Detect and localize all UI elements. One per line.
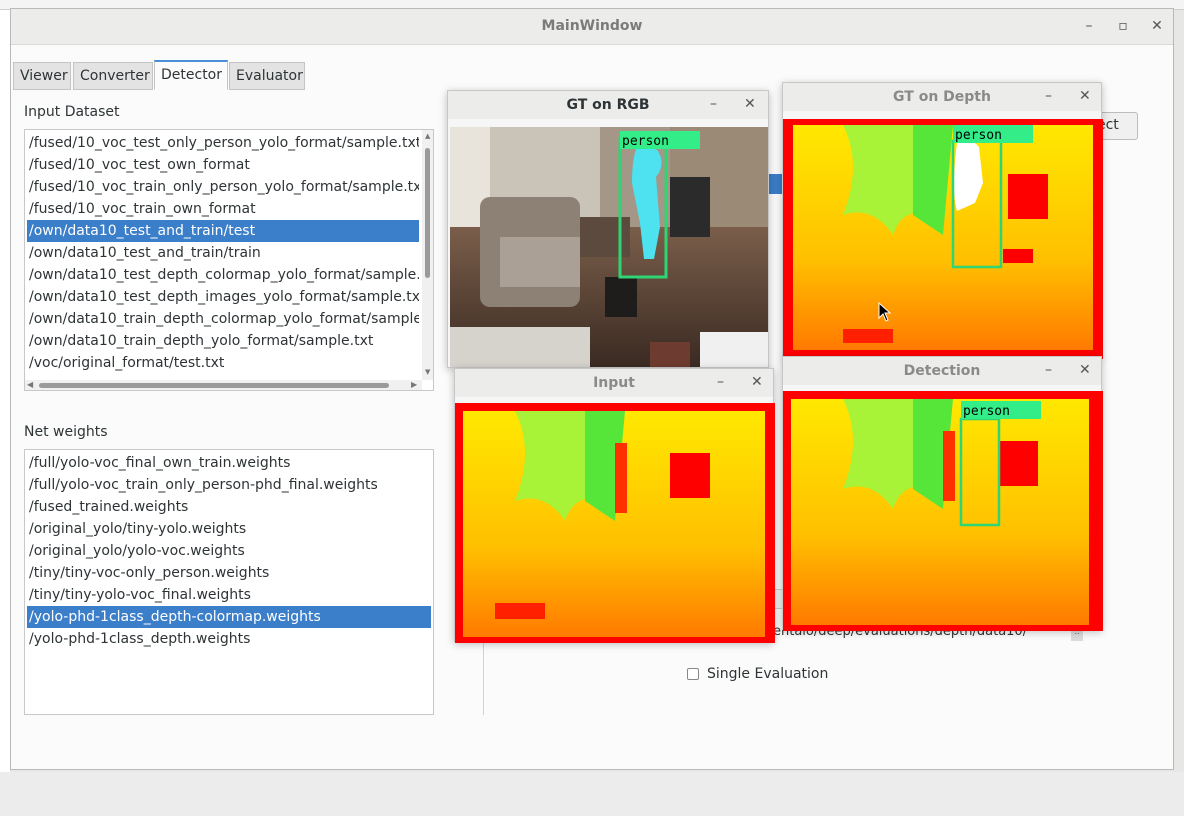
gt-rgb-titlebar[interactable]: GT on RGB – ✕ [448,91,768,119]
detection-image: person [783,391,1103,631]
scroll-right-icon[interactable]: ▶ [411,380,417,389]
gt-rgb-close-icon[interactable]: ✕ [744,96,756,112]
net-weights-label: Net weights [24,424,108,440]
weights-list-item[interactable]: /yolo-phd-1class_depth-colormap.weights [27,606,431,628]
input-depth-image [455,403,775,643]
main-titlebar[interactable]: MainWindow – ▫ ✕ [11,9,1173,45]
weights-list-item[interactable]: /full/yolo-voc_train_only_person-phd_fin… [27,474,431,496]
tab-evaluator[interactable]: Evaluator [229,62,305,90]
weights-list-item[interactable]: /original_yolo/yolo-voc.weights [27,540,431,562]
gt-on-depth-window[interactable]: GT on Depth – ✕ person [782,82,1103,359]
dataset-hscroll-thumb[interactable] [39,383,389,388]
weights-list-item[interactable]: /full/yolo-voc_final_own_train.weights [27,452,431,474]
detection-box-label: person [963,404,1010,419]
net-weights-list[interactable]: /full/yolo-voc_final_own_train.weights/f… [24,449,434,715]
input-dataset-list[interactable]: /fused/10_voc_test_only_person_yolo_form… [24,129,434,391]
dataset-list-item[interactable]: /voc/original_format/test.txt [27,352,419,374]
dataset-list-item[interactable]: /own/data10_test_and_train/test [27,220,419,242]
gt-on-rgb-window[interactable]: GT on RGB – ✕ person [447,90,769,368]
dataset-list-item[interactable]: /own/data10_test_depth_images_yolo_forma… [27,286,419,308]
input-close-icon[interactable]: ✕ [751,374,763,390]
input-dataset-label: Input Dataset [24,104,120,120]
gt-depth-titlebar[interactable]: GT on Depth – ✕ [783,83,1101,111]
rgb-image: person [450,127,768,367]
dataset-list-item[interactable]: /fused/10_voc_train_only_person_yolo_for… [27,176,419,198]
scroll-up-icon[interactable]: ▲ [425,132,430,140]
dataset-list-item[interactable]: /own/data10_test_and_train/train [27,242,419,264]
dataset-vscroll-thumb[interactable] [425,148,430,278]
minimize-button[interactable]: – [1079,18,1099,34]
detection-title: Detection [903,363,981,379]
dataset-list-item[interactable]: /own/data10_test_depth_colormap_yolo_for… [27,264,419,286]
dataset-list-item[interactable]: /own/data10_train_depth_yolo_format/samp… [27,330,419,352]
dataset-list-item[interactable]: /fused/10_voc_test_only_person_yolo_form… [27,132,419,154]
detection-window[interactable]: Detection – ✕ person [782,356,1103,631]
tab-converter[interactable]: Converter [73,62,153,90]
close-button[interactable]: ✕ [1147,18,1167,34]
gt-depth-image: person [783,119,1103,359]
gt-rgb-minimize-icon[interactable]: – [710,96,717,112]
window-title: MainWindow [541,18,643,34]
single-evaluation-checkbox[interactable] [687,668,699,680]
gt-depth-close-icon[interactable]: ✕ [1079,88,1091,104]
input-titlebar[interactable]: Input – ✕ [455,369,773,397]
desktop-bottom-strip [0,772,1184,816]
gt-depth-minimize-icon[interactable]: – [1045,88,1052,104]
scroll-down-icon[interactable]: ▼ [425,368,430,376]
gt-rgb-title: GT on RGB [566,97,650,113]
weights-list-item[interactable]: /tiny/tiny-voc-only_person.weights [27,562,431,584]
weights-list-item[interactable]: /tiny/tiny-yolo-voc_final.weights [27,584,431,606]
input-window[interactable]: Input – ✕ [454,368,775,643]
weights-list-item[interactable]: /yolo-phd-1class_depth.weights [27,628,431,650]
scroll-left-icon[interactable]: ◀ [27,380,33,389]
gt-depth-title: GT on Depth [893,89,991,105]
single-evaluation-label: Single Evaluation [707,666,829,682]
mouse-cursor [878,301,892,326]
gt-rgb-box-label: person [622,134,669,149]
dataset-list-item[interactable]: /fused/10_voc_train_own_format [27,198,419,220]
desktop-left-strip [0,10,10,816]
detection-titlebar[interactable]: Detection – ✕ [783,357,1101,385]
weights-list-item[interactable]: /original_yolo/tiny-yolo.weights [27,518,431,540]
detection-close-icon[interactable]: ✕ [1079,362,1091,378]
maximize-button[interactable]: ▫ [1113,18,1133,34]
weights-list-item[interactable]: /fused_trained.weights [27,496,431,518]
detection-minimize-icon[interactable]: – [1045,362,1052,378]
input-minimize-icon[interactable]: – [717,374,724,390]
input-title: Input [593,375,635,391]
dataset-list-item[interactable]: /fused/10_voc_test_own_format [27,154,419,176]
dataset-vscrollbar[interactable]: ▲ ▼ [422,130,433,380]
tab-detector[interactable]: Detector [154,60,228,90]
gt-depth-box-label: person [955,128,1002,143]
tab-viewer[interactable]: Viewer [13,62,71,90]
dataset-hscrollbar[interactable]: ◀ ▶ [25,380,422,390]
dataset-list-item[interactable]: /own/data10_train_depth_colormap_yolo_fo… [27,308,419,330]
